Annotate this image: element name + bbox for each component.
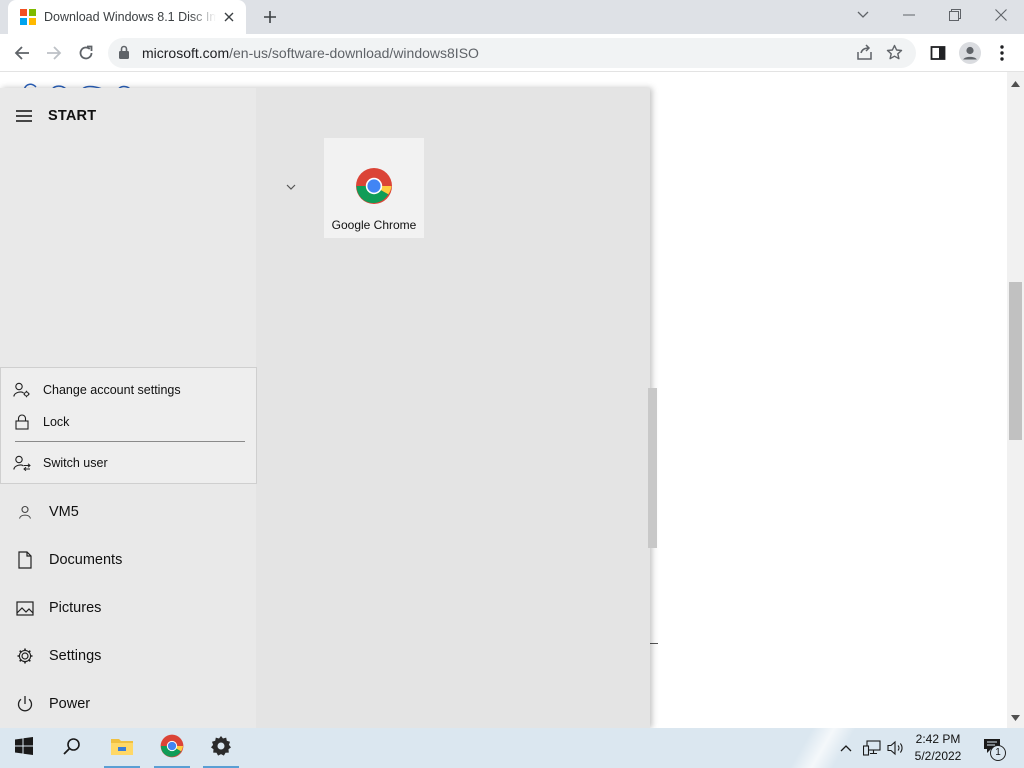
tab-title: Download Windows 8.1 Disc Image (ISO Fil… bbox=[44, 10, 216, 24]
lock-item[interactable]: Lock bbox=[1, 408, 256, 436]
flyout-item-label: Switch user bbox=[43, 456, 108, 470]
show-hidden-icons-chevron-icon[interactable] bbox=[836, 728, 856, 768]
page-text-fragment bbox=[22, 78, 132, 88]
url-host: microsoft.com bbox=[142, 45, 230, 61]
start-menu-header: START bbox=[0, 100, 256, 132]
side-item-power[interactable]: Power bbox=[0, 682, 256, 726]
minimize-icon[interactable] bbox=[886, 0, 932, 30]
tab-search-chevron-icon[interactable] bbox=[840, 0, 886, 30]
forward-arrow-icon[interactable] bbox=[40, 39, 68, 67]
settings-taskbar-button[interactable] bbox=[197, 728, 245, 768]
side-item-pictures[interactable]: Pictures bbox=[0, 586, 256, 630]
google-chrome-tile[interactable]: Google Chrome bbox=[324, 138, 424, 238]
flyout-separator bbox=[15, 441, 245, 442]
reload-icon[interactable] bbox=[72, 39, 100, 67]
flyout-item-label: Lock bbox=[43, 415, 70, 429]
side-panel-icon[interactable] bbox=[924, 39, 952, 67]
settings-gear-icon bbox=[210, 735, 232, 762]
user-icon bbox=[0, 490, 49, 534]
profile-icon[interactable] bbox=[956, 39, 984, 67]
change-account-settings-item[interactable]: Change account settings bbox=[1, 376, 256, 404]
gear-icon bbox=[0, 634, 49, 678]
scrollbar-thumb[interactable] bbox=[1009, 282, 1022, 440]
chrome-taskbar-button[interactable] bbox=[148, 728, 196, 768]
pictures-icon bbox=[0, 586, 49, 630]
back-arrow-icon[interactable] bbox=[8, 39, 36, 67]
flyout-item-label: Change account settings bbox=[43, 383, 181, 397]
lock-icon bbox=[1, 408, 43, 436]
switch-user-item[interactable]: Switch user bbox=[1, 449, 256, 477]
account-flyout: Change account settings Lock Switch user bbox=[0, 367, 257, 484]
switch-user-icon bbox=[1, 449, 43, 477]
star-icon[interactable] bbox=[886, 44, 903, 66]
chrome-icon bbox=[355, 167, 393, 210]
browser-tab[interactable]: Download Windows 8.1 Disc Image (ISO Fil… bbox=[8, 0, 246, 34]
hamburger-menu-icon[interactable] bbox=[0, 100, 48, 132]
file-explorer-button[interactable] bbox=[98, 728, 146, 768]
chrome-icon bbox=[160, 734, 184, 763]
restore-icon[interactable] bbox=[932, 0, 978, 30]
tab-close-icon[interactable] bbox=[220, 8, 238, 26]
side-item-settings[interactable]: Settings bbox=[0, 634, 256, 678]
side-item-label: Documents bbox=[49, 552, 123, 568]
close-window-icon[interactable] bbox=[978, 0, 1024, 30]
windows-start-button[interactable] bbox=[0, 728, 48, 768]
taskbar: 2:42 PM 5/2/2022 1 bbox=[0, 728, 1024, 768]
windows-start-icon bbox=[15, 736, 33, 760]
side-item-user[interactable]: VM5 bbox=[0, 490, 256, 534]
document-icon bbox=[0, 538, 49, 582]
tile-label: Google Chrome bbox=[331, 218, 417, 232]
scroll-up-arrow-icon[interactable] bbox=[1011, 74, 1020, 92]
tab-strip: Download Windows 8.1 Disc Image (ISO Fil… bbox=[0, 0, 1024, 34]
file-explorer-icon bbox=[110, 736, 134, 761]
side-item-label: VM5 bbox=[49, 504, 79, 520]
start-menu: START VM5 Documents Pictures Settings Po… bbox=[0, 88, 657, 728]
clock-time: 2:42 PM bbox=[915, 732, 961, 746]
new-tab-icon[interactable] bbox=[258, 6, 282, 28]
taskbar-clock[interactable]: 2:42 PM 5/2/2022 bbox=[906, 731, 970, 765]
url-text[interactable]: microsoft.com/en-us/software-download/wi… bbox=[142, 45, 479, 61]
lock-icon[interactable] bbox=[118, 45, 130, 65]
microsoft-logo-icon bbox=[20, 9, 36, 25]
network-icon[interactable] bbox=[860, 728, 884, 768]
search-button[interactable] bbox=[48, 728, 96, 768]
side-item-label: Settings bbox=[49, 648, 102, 664]
chevron-down-icon[interactable] bbox=[286, 178, 296, 196]
start-menu-scrollbar[interactable] bbox=[648, 388, 657, 548]
power-icon bbox=[0, 682, 49, 726]
page-scrollbar[interactable] bbox=[1007, 72, 1024, 728]
search-icon bbox=[63, 737, 81, 760]
browser-toolbar: microsoft.com/en-us/software-download/wi… bbox=[0, 34, 1024, 72]
share-icon[interactable] bbox=[856, 44, 873, 66]
side-item-label: Pictures bbox=[49, 600, 102, 616]
volume-icon[interactable] bbox=[884, 728, 908, 768]
side-item-documents[interactable]: Documents bbox=[0, 538, 256, 582]
start-title: START bbox=[48, 108, 97, 124]
menu-dots-icon[interactable] bbox=[988, 39, 1016, 67]
address-bar[interactable]: microsoft.com/en-us/software-download/wi… bbox=[108, 38, 916, 68]
scroll-down-arrow-icon[interactable] bbox=[1011, 708, 1020, 726]
account-settings-icon bbox=[1, 376, 43, 404]
side-item-label: Power bbox=[49, 696, 91, 712]
notification-center-button[interactable]: 1 bbox=[976, 728, 1008, 768]
clock-date: 5/2/2022 bbox=[914, 749, 962, 763]
url-path: /en-us/software-download/windows8ISO bbox=[229, 45, 479, 61]
notification-count-badge: 1 bbox=[990, 745, 1006, 761]
